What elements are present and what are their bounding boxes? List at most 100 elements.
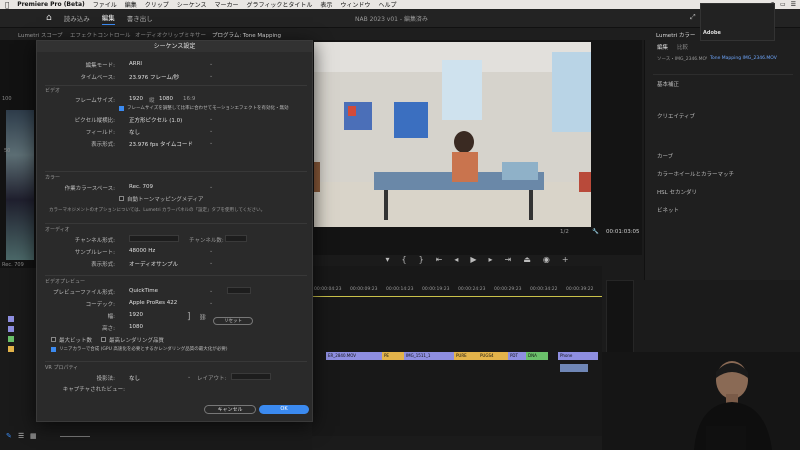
add-icon[interactable]: + — [562, 255, 569, 264]
tab-edit[interactable]: 編集 — [101, 12, 115, 25]
auto-tone-map-checkbox[interactable] — [119, 196, 124, 201]
timeline-clip[interactable]: PE — [382, 352, 404, 360]
menu-sequence[interactable]: シーケンス — [177, 0, 207, 9]
linear-color-checkbox[interactable] — [51, 347, 56, 352]
grid-view-icon[interactable]: ▦ — [30, 432, 37, 440]
lumetri-tab-edit[interactable]: 編集 — [657, 43, 668, 51]
menu-clip[interactable]: クリップ — [145, 0, 169, 9]
battery-icon[interactable]: ▭ — [780, 1, 786, 8]
lumetri-target[interactable]: Tone Mapping IMG_2346.MOV — [710, 56, 777, 61]
chevron-down-icon[interactable]: ⌄ — [187, 374, 191, 380]
display-format-select[interactable]: 23.976 fps タイムコード — [129, 140, 193, 148]
menu-edit[interactable]: 編集 — [125, 0, 137, 9]
timeline-clip[interactable]: PDT — [508, 352, 526, 360]
menu-markers[interactable]: マーカー — [215, 0, 239, 9]
go-to-in-icon[interactable]: ⇤ — [436, 255, 443, 264]
max-bit-depth-checkbox[interactable] — [51, 337, 56, 342]
chevron-down-icon[interactable]: ⌄ — [209, 248, 213, 254]
marker-icon[interactable]: ▾ — [385, 255, 389, 264]
chevron-down-icon[interactable]: ⌄ — [209, 140, 213, 146]
program-timecode[interactable]: 00:01:03:05 — [606, 229, 640, 235]
tab-effect-controls[interactable]: エフェクトコントロール — [70, 31, 131, 39]
projection-label: 投影法: — [96, 376, 115, 382]
timeline-clip[interactable]: DNA — [526, 352, 548, 360]
preview-config-button[interactable] — [227, 287, 251, 294]
home-icon[interactable]: ⌂ — [46, 13, 52, 23]
tab-program-monitor[interactable]: プログラム: Tone Mapping — [212, 31, 281, 39]
app-menu[interactable]: Premiere Pro (Beta) — [17, 1, 85, 8]
step-forward-icon[interactable]: ▸ — [489, 255, 493, 264]
tab-export[interactable]: 書き出し — [127, 13, 153, 23]
preview-width-input[interactable]: 1920 — [129, 312, 143, 318]
chevron-down-icon[interactable]: ⌄ — [209, 116, 213, 122]
frame-height-input[interactable]: 1080 — [159, 96, 173, 102]
play-icon[interactable]: ▶ — [470, 255, 476, 264]
timeline-clip-lower[interactable] — [560, 364, 588, 372]
menu-graphics[interactable]: グラフィックとタイトル — [247, 0, 313, 9]
export-frame-icon[interactable]: ◉ — [543, 255, 550, 264]
preview-format-select[interactable]: QuickTime — [129, 288, 158, 294]
cancel-button[interactable]: キャンセル — [204, 405, 256, 414]
lumetri-hsl-secondary[interactable]: HSL セカンダリ — [657, 188, 697, 196]
fullscreen-icon[interactable]: ⤢ — [690, 13, 696, 22]
codec-select[interactable]: Apple ProRes 422 — [129, 300, 177, 306]
frame-width-input[interactable]: 1920 — [129, 96, 143, 102]
tab-lumetri-color[interactable]: Lumetri カラー — [656, 31, 695, 39]
reset-button[interactable]: リセット — [213, 317, 253, 325]
go-to-out-icon[interactable]: ⇥ — [505, 255, 512, 264]
menu-file[interactable]: ファイル — [93, 0, 117, 9]
lumetri-color-wheels[interactable]: カラーホイールとカラーマッチ — [657, 170, 734, 178]
fields-select[interactable]: なし — [129, 128, 140, 136]
list-view-icon[interactable]: ☰ — [18, 432, 24, 440]
in-point-icon[interactable]: { — [401, 255, 406, 264]
ok-button[interactable]: OK — [259, 405, 309, 414]
wrench-icon[interactable]: 🔧 — [592, 229, 599, 235]
chevron-down-icon[interactable]: ⌄ — [209, 73, 213, 79]
sample-rate-select[interactable]: 48000 Hz — [129, 248, 155, 254]
projection-select[interactable]: なし — [129, 374, 140, 382]
menu-view[interactable]: 表示 — [320, 0, 332, 9]
menu-help[interactable]: ヘルプ — [378, 0, 396, 9]
timeline-clip[interactable]: PUGS4 — [478, 352, 508, 360]
step-back-icon[interactable]: ◂ — [454, 255, 458, 264]
chevron-down-icon[interactable]: ⌄ — [209, 260, 213, 266]
timeline-clip[interactable]: IMG_1511_1 — [404, 352, 454, 360]
working-space-select[interactable]: Rec. 709 — [129, 184, 153, 190]
timeline-ruler[interactable]: 00:00:04:23 00:00:09:23 00:00:14:23 00:0… — [312, 284, 602, 296]
max-render-quality-checkbox[interactable] — [101, 337, 106, 342]
lumetri-vignette[interactable]: ビネット — [657, 206, 679, 214]
zoom-slider[interactable] — [60, 436, 90, 437]
lumetri-curves[interactable]: カーブ — [657, 152, 673, 160]
apple-menu-icon[interactable]:  — [5, 1, 9, 9]
control-center-icon[interactable]: ☰ — [791, 1, 796, 8]
fit-select[interactable]: 1/2 — [560, 229, 569, 235]
tab-lumetri-scopes[interactable]: Lumetri スコープ — [18, 31, 63, 39]
layout-select[interactable] — [231, 373, 271, 380]
audio-display-select[interactable]: オーディオサンプル — [129, 260, 178, 268]
timeline-clip[interactable]: PURE — [454, 352, 478, 360]
lumetri-tab-compare[interactable]: 比較 — [677, 43, 688, 51]
timeline-clip[interactable]: Phone — [558, 352, 598, 360]
pixel-aspect-select[interactable]: 正方形ピクセル (1.0) — [129, 116, 182, 124]
chevron-down-icon[interactable]: ⌄ — [209, 288, 213, 294]
channel-format-select[interactable] — [129, 235, 179, 242]
link-icon[interactable]: ⛓ — [199, 314, 207, 321]
lumetri-creative[interactable]: クリエイティブ — [657, 112, 695, 120]
channels-input[interactable] — [225, 235, 247, 242]
lift-icon[interactable]: ⏏ — [523, 255, 531, 264]
chevron-down-icon[interactable]: ⌄ — [209, 128, 213, 134]
preview-height-input[interactable]: 1080 — [129, 324, 143, 330]
timeline-clip[interactable]: ER_2840.MOV — [326, 352, 382, 360]
pen-icon[interactable]: ✎ — [6, 432, 12, 440]
tab-import[interactable]: 読み込み — [64, 13, 90, 23]
chevron-down-icon[interactable]: ⌄ — [209, 61, 213, 67]
menu-window[interactable]: ウィンドウ — [340, 0, 370, 9]
timebase-select[interactable]: 23.976 フレーム/秒 — [129, 73, 179, 81]
tab-audio-mixer[interactable]: オーディオクリップミキサー — [135, 31, 206, 39]
lumetri-basic-correction[interactable]: 基本補正 — [657, 80, 679, 88]
out-point-icon[interactable]: } — [419, 255, 424, 264]
chevron-down-icon[interactable]: ⌄ — [209, 300, 213, 306]
scale-checkbox[interactable] — [119, 106, 124, 111]
editing-mode-select[interactable]: ARRI — [129, 61, 142, 67]
chevron-down-icon[interactable]: ⌄ — [209, 184, 213, 190]
